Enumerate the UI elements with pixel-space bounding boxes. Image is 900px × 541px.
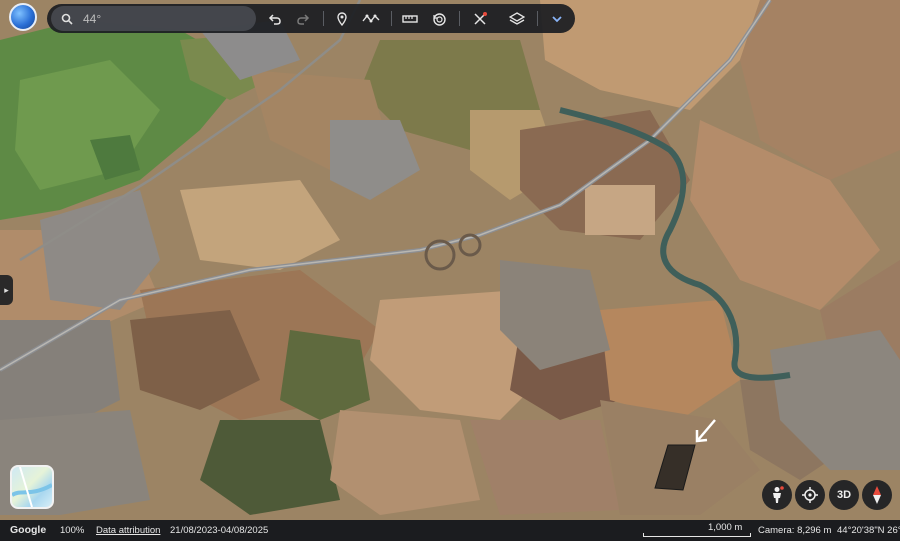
toolbar-divider bbox=[459, 11, 460, 26]
add-path-button[interactable] bbox=[360, 8, 382, 30]
scale-label: 1,000 m bbox=[708, 522, 743, 533]
historical-imagery-button[interactable] bbox=[428, 8, 450, 30]
path-icon bbox=[362, 14, 380, 23]
camera-altitude: Camera: 8,296 m bbox=[758, 525, 832, 536]
toolbar-divider bbox=[391, 11, 392, 26]
measure-button[interactable] bbox=[399, 8, 421, 30]
pegman-icon bbox=[773, 486, 784, 503]
toolbar-divider bbox=[537, 11, 538, 26]
my-location-icon bbox=[802, 487, 818, 503]
toggle-3d-label: 3D bbox=[836, 489, 852, 501]
toggle-3d-button[interactable]: 3D bbox=[829, 480, 859, 510]
compass-button[interactable] bbox=[862, 480, 892, 510]
redo-icon bbox=[297, 14, 310, 25]
expand-toolbar-button[interactable] bbox=[546, 8, 568, 30]
redo-button[interactable] bbox=[292, 8, 314, 30]
side-panel-toggle[interactable]: ▸ bbox=[0, 275, 13, 305]
imagery-dates: 21/08/2023-04/08/2025 bbox=[170, 525, 269, 536]
zoom-level: 100% bbox=[60, 525, 85, 536]
voyager-button[interactable] bbox=[469, 8, 491, 30]
toolbar-divider bbox=[323, 11, 324, 26]
google-logo: Google bbox=[10, 524, 47, 536]
data-attribution-link[interactable]: Data attribution bbox=[96, 525, 160, 536]
layers-icon bbox=[509, 12, 525, 25]
search-input[interactable] bbox=[83, 11, 233, 26]
field-patch bbox=[585, 185, 655, 235]
add-placemark-button[interactable] bbox=[331, 8, 353, 30]
satellite-map[interactable] bbox=[0, 0, 900, 520]
globe-menu-icon[interactable] bbox=[9, 3, 37, 31]
ruler-icon bbox=[402, 15, 418, 23]
map-thumbnail-icon bbox=[12, 467, 52, 507]
coordinates: 44°20'38"N 26° bbox=[837, 525, 900, 536]
status-bar: Google 100% Data attribution 21/08/2023-… bbox=[0, 520, 900, 541]
undo-icon bbox=[268, 14, 281, 25]
scale-bar bbox=[643, 533, 751, 537]
chevron-right-icon: ▸ bbox=[4, 284, 9, 295]
search-icon bbox=[61, 13, 73, 25]
top-toolbar bbox=[47, 4, 575, 33]
layers-button[interactable] bbox=[506, 8, 528, 30]
compass-icon bbox=[873, 486, 881, 504]
chevron-down-icon bbox=[552, 16, 562, 23]
placemark-icon bbox=[337, 12, 347, 26]
my-location-button[interactable] bbox=[795, 480, 825, 510]
undo-button[interactable] bbox=[264, 8, 286, 30]
voyager-icon bbox=[474, 12, 487, 25]
search-box[interactable] bbox=[51, 6, 256, 31]
street-view-button[interactable] bbox=[762, 480, 792, 510]
history-icon bbox=[432, 12, 446, 26]
map-style-switcher[interactable] bbox=[10, 465, 54, 509]
